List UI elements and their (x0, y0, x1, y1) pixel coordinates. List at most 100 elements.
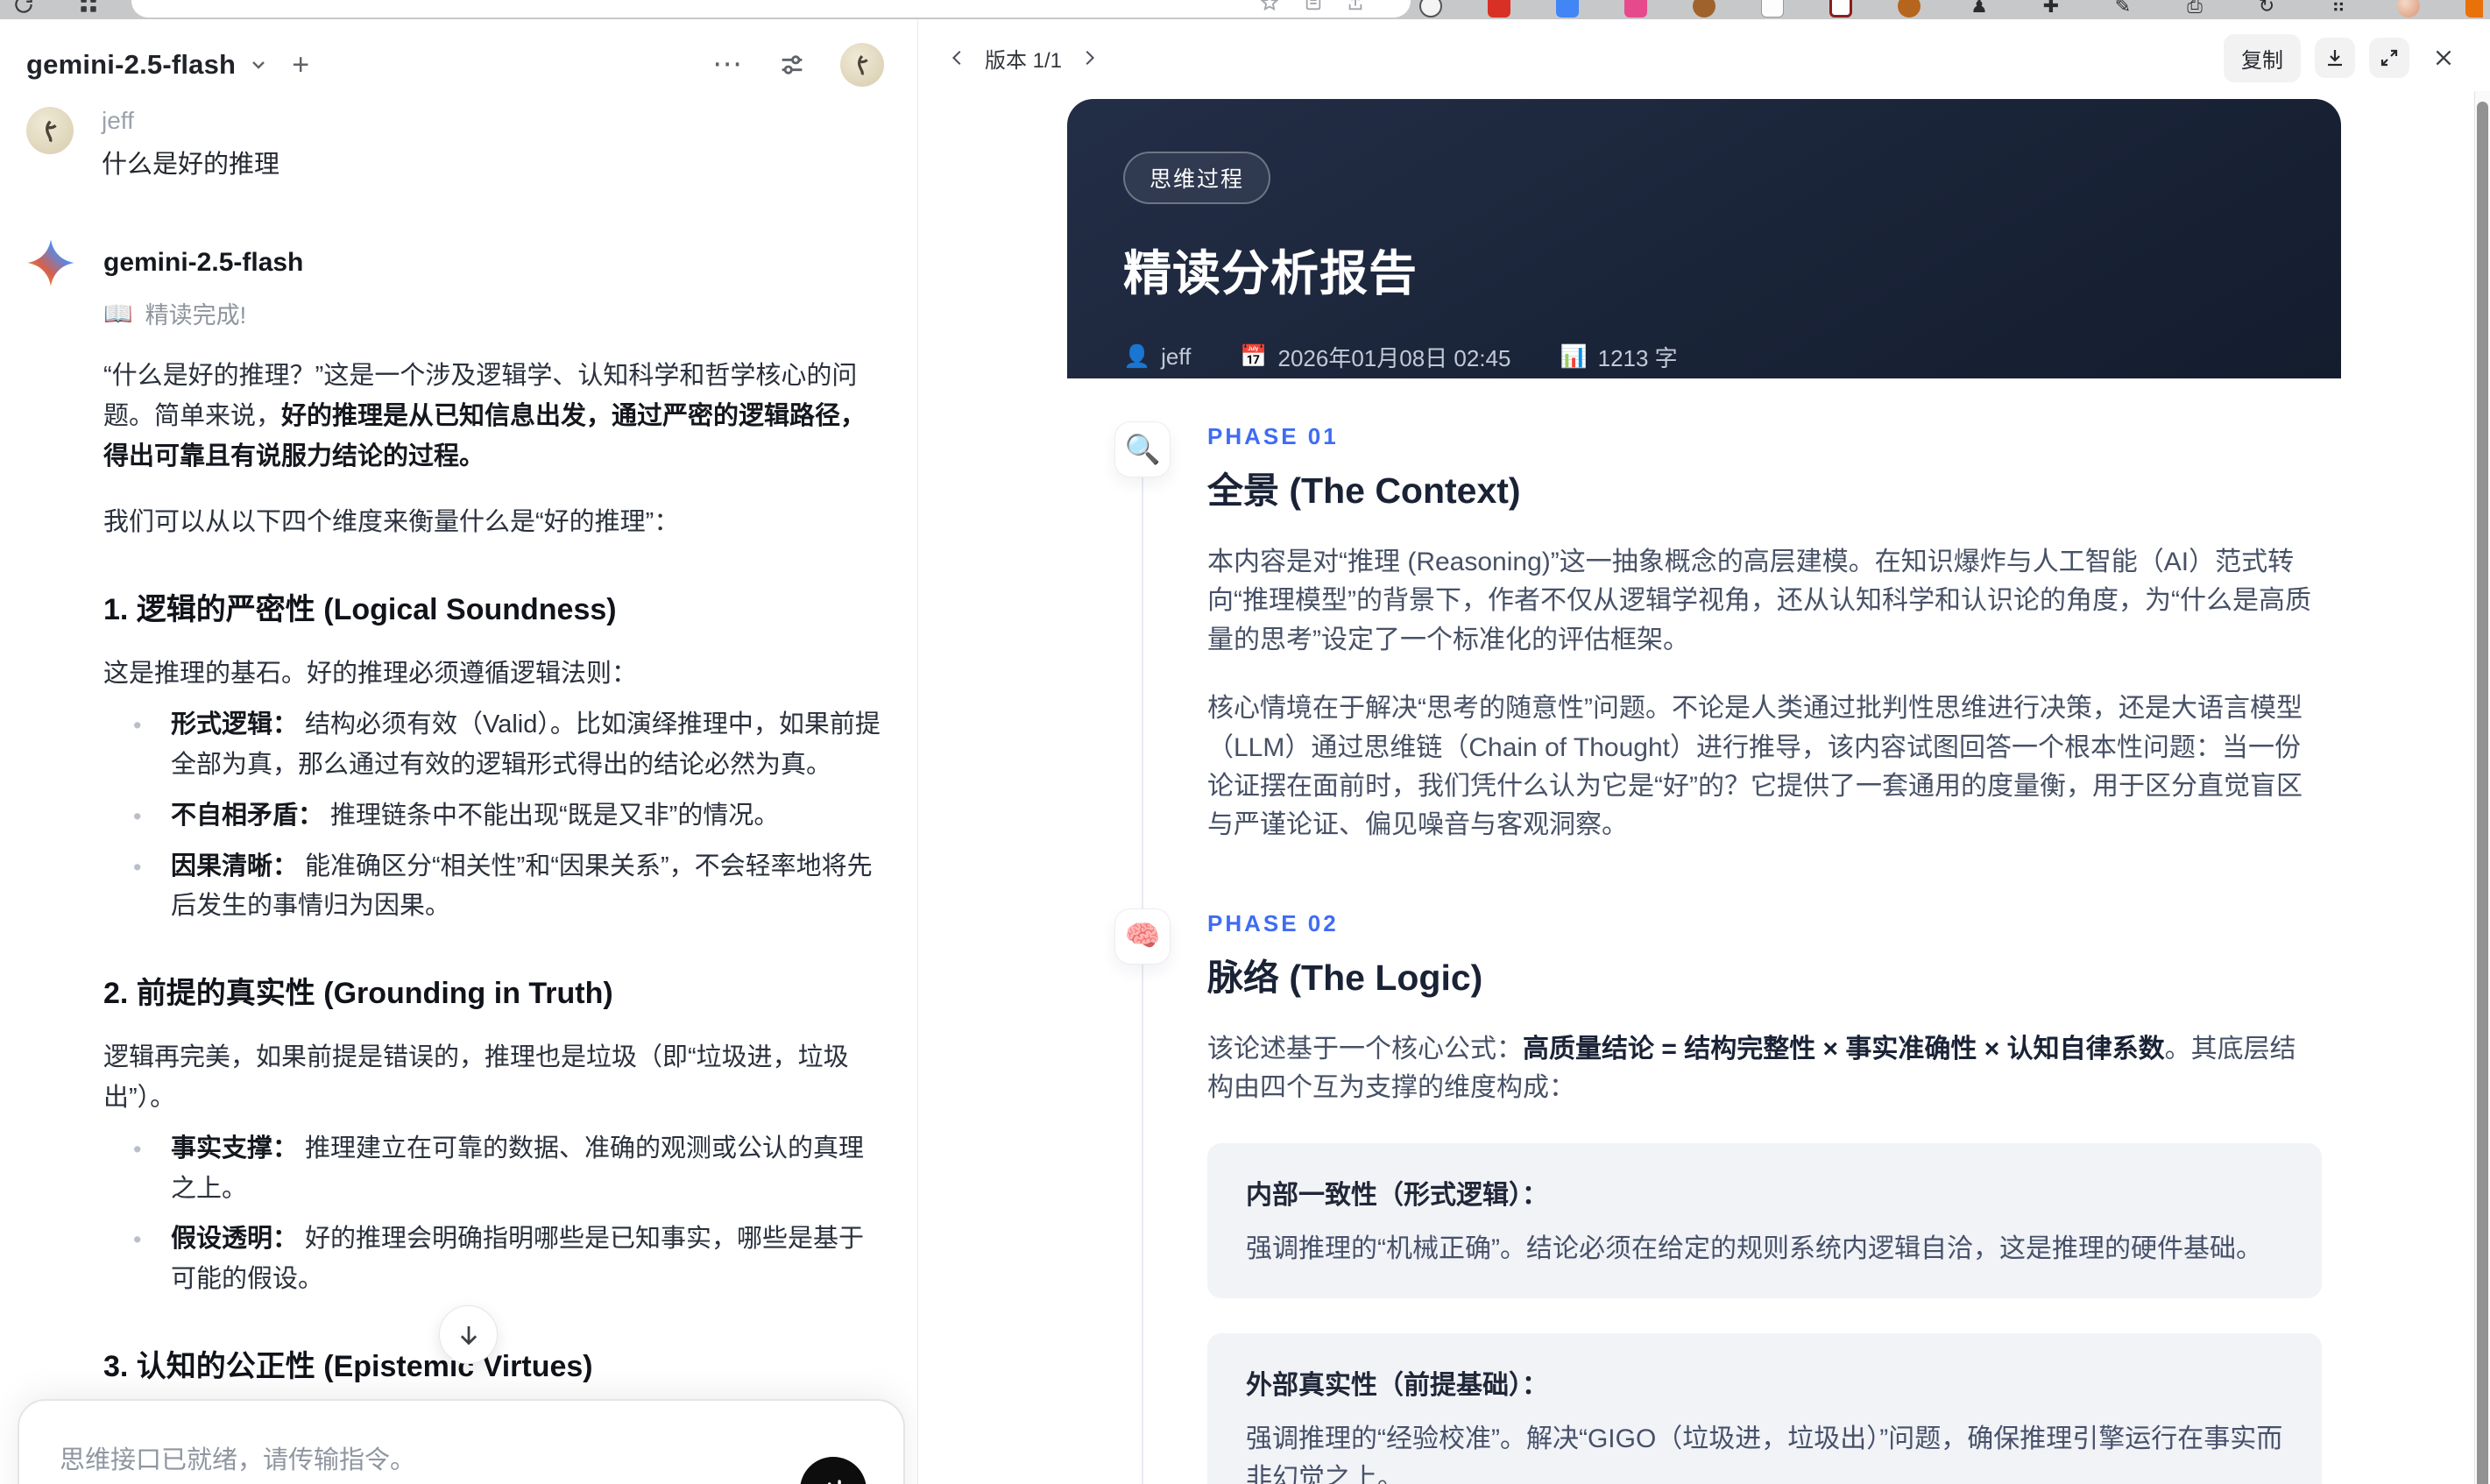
word-count: 1213 字 (1597, 345, 1678, 371)
light-extension-icon[interactable] (1761, 0, 1784, 18)
scroll-to-bottom-button[interactable] (439, 1305, 498, 1364)
avatar-figure-icon (858, 54, 868, 76)
author-icon: 👤 (1123, 344, 1151, 369)
phase-02: 🧠 PHASE 02 脉络 (The Logic) 该论述基于一个核心公式：高质… (1067, 908, 2341, 1484)
orange-corner-icon[interactable] (2465, 0, 2483, 18)
reading-list-icon[interactable] (1304, 0, 1323, 12)
waveform-icon (828, 1480, 841, 1484)
app-window: gemini-2.5-flash + ⋯ jeff 什么是好的推理 gemini… (0, 19, 2490, 1484)
reader-extension-icon[interactable] (1419, 0, 1442, 18)
card-body: 强调推理的“经验校准”。解决“GIGO（垃圾进，垃圾出）”问题，确保推理引擎运行… (1246, 1424, 2283, 1484)
sync-toolbar-icon[interactable]: ↻ (2253, 0, 2280, 18)
author-name: jeff (1161, 343, 1192, 370)
dimension-card-1: 内部一致性（形式逻辑）： 强调推理的“机械正确”。结论必须在给定的规则系统内逻辑… (1207, 1142, 2322, 1298)
list-item: 因果清晰：能准确区分“相关性”和“因果关系”，不会轻率地将先后发生的事情归为因果… (103, 847, 888, 928)
wordcount-icon: 📊 (1560, 344, 1588, 369)
assistant-name: gemini-2.5-flash (103, 248, 304, 277)
list-item: 不自相矛盾：推理链条中不能出现“既是又非”的情况。 (103, 796, 888, 837)
card-body: 强调推理的“机械正确”。结论必须在给定的规则系统内逻辑自洽，这是推理的硬件基础。 (1246, 1233, 2262, 1263)
close-icon (2436, 50, 2451, 66)
chevron-down-icon[interactable] (248, 54, 269, 75)
grid-toolbar-icon[interactable]: ⠿ (2325, 0, 2352, 18)
report-hero-card: 思维过程 精读分析报告 👤 jeff 📅 2026年01月08日 02:45 📊 12… (1067, 99, 2341, 378)
version-label: 版本 1/1 (985, 48, 1063, 73)
formula-paragraph: 该论述基于一个核心公式：高质量结论 = 结构完整性 × 事实准确性 × 认知自律… (1207, 1034, 2296, 1103)
user-name: jeff (102, 107, 134, 134)
brown-extension-icon[interactable] (1693, 0, 1715, 18)
previous-version-button[interactable] (948, 48, 967, 67)
url-bar[interactable] (131, 0, 1411, 18)
intro-paragraph-2: 我们可以从以下四个维度来衡量什么是“好的推理”： (103, 508, 680, 537)
download-icon (2328, 50, 2342, 67)
dimension-card-2: 外部真实性（前提基础）： 强调推理的“经验校准”。解决“GIGO（垃圾进，垃圾出… (1207, 1332, 2322, 1484)
scrollbar-track[interactable] (2474, 91, 2490, 1484)
list-item: 假设透明：好的推理会明确指明哪些是已知事实，哪些是基于可能的假设。 (103, 1219, 888, 1300)
list-item: 形式逻辑：结构必须有效（Valid）。比如演绎推理中，如果前提全部为真，那么通过… (103, 705, 888, 786)
apps-grid-icon[interactable] (77, 0, 100, 16)
report-scroll-area[interactable]: 思维过程 精读分析报告 👤 jeff 📅 2026年01月08日 02:45 📊 12… (918, 91, 2474, 1484)
fullscreen-button[interactable] (2369, 38, 2409, 78)
expand-icon (2380, 49, 2398, 67)
extensions-row: ♟ ✚ ✎ ⎙ ↻ ⠿ (1419, 0, 2483, 18)
bullet-list-2: 事实支撑：推理建立在可靠的数据、准确的观测或公认的真理之上。 假设透明：好的推理… (103, 1129, 888, 1300)
brain-icon: 🧠 (1114, 908, 1171, 965)
screen: ♟ ✚ ✎ ⎙ ↻ ⠿ gemini-2.5-flash + ⋯ jeff 什么… (0, 0, 2490, 1484)
pink-extension-icon[interactable] (1624, 0, 1647, 18)
report-panel: 版本 1/1 复制 思维过程 精读分析报告 👤 jeff 📅 2026年01月0… (918, 19, 2490, 1484)
user-message-text: 什么是好的推理 (102, 151, 280, 179)
phase-label: PHASE 01 (1207, 423, 1339, 449)
pen-toolbar-icon[interactable]: ✎ (2110, 0, 2136, 18)
user-avatar[interactable] (840, 43, 884, 87)
red-shield-extension-icon[interactable] (1488, 0, 1510, 18)
darkred-extension-icon[interactable] (1829, 0, 1852, 18)
message-list: jeff 什么是好的推理 gemini-2.5-flash 📖 精读完成! “什… (0, 88, 917, 1484)
reload-icon[interactable] (12, 0, 35, 16)
bookmark-star-icon[interactable] (1260, 0, 1279, 12)
blue-extension-icon[interactable] (1556, 0, 1579, 18)
browser-topbar: ♟ ✚ ✎ ⎙ ↻ ⠿ (0, 0, 2490, 19)
assistant-status: 📖 精读完成! (103, 296, 884, 330)
orange-extension-icon[interactable] (1898, 0, 1921, 18)
list-item: 事实支撑：推理建立在可靠的数据、准确的观测或公认的真理之上。 (103, 1129, 888, 1210)
avatar-figure-icon (45, 120, 57, 143)
phase-paragraph: 核心情境在于解决“思考的随意性”问题。不论是人类通过批判性思维进行决策，还是大语… (1207, 694, 2303, 840)
book-icon: 📖 (103, 300, 133, 327)
section-heading-1: 1. 逻辑的严密性 (Logical Soundness) (103, 593, 617, 627)
puzzle-toolbar-icon[interactable]: ✚ (2038, 0, 2064, 18)
report-document: 思维过程 精读分析报告 👤 jeff 📅 2026年01月08日 02:45 📊 12… (1067, 99, 2341, 1484)
card-title: 外部真实性（前提基础）： (1246, 1370, 1548, 1400)
report-toolbar: 版本 1/1 复制 (918, 19, 2490, 91)
share-icon[interactable] (1346, 0, 1365, 12)
user-avatar (26, 107, 74, 154)
download-button[interactable] (2315, 38, 2355, 78)
settings-sliders-icon[interactable] (777, 50, 807, 80)
phase-label: PHASE 02 (1207, 909, 1339, 936)
close-panel-button[interactable] (2423, 38, 2464, 78)
composer[interactable]: 思维接口已就绪，请传输指令。 + ❖ (18, 1399, 905, 1484)
new-chat-button[interactable]: + (292, 50, 309, 80)
person-toolbar-icon[interactable]: ♟ (1966, 0, 1992, 18)
chat-header: gemini-2.5-flash + ⋯ (0, 19, 917, 88)
thinking-process-badge: 思维过程 (1123, 152, 1271, 204)
section-lead-2: 逻辑再完美，如果前提是错误的，推理也是垃圾（即“垃圾进，垃圾出”）。 (103, 1043, 849, 1112)
scrollbar-thumb[interactable] (2477, 102, 2488, 1484)
report-title: 精读分析报告 (1123, 246, 1418, 300)
phase-title: 脉络 (The Logic) (1207, 957, 1483, 998)
phase-title: 全景 (The Context) (1207, 470, 1521, 511)
composer-input[interactable]: 思维接口已就绪，请传输指令。 (19, 1401, 903, 1476)
assistant-markdown: “什么是好的推理？”这是一个涉及逻辑学、认知科学和哲学核心的问题。简单来说，好的… (103, 357, 888, 1484)
phase-paragraph: 本内容是对“推理 (Reasoning)”这一抽象概念的高层建模。在知识爆炸与人… (1207, 548, 2311, 654)
chat-panel: gemini-2.5-flash + ⋯ jeff 什么是好的推理 gemini… (0, 19, 918, 1484)
next-version-button[interactable] (1079, 48, 1099, 67)
browser-profile-avatar[interactable] (2397, 0, 2420, 18)
downloads-toolbar-icon[interactable]: ⎙ (2182, 0, 2208, 18)
model-title[interactable]: gemini-2.5-flash (26, 49, 236, 81)
card-title: 内部一致性（形式逻辑）： (1246, 1180, 1548, 1210)
gemini-star-icon (27, 239, 74, 286)
magnifier-icon: 🔍 (1114, 421, 1171, 477)
user-message: jeff 什么是好的推理 (26, 107, 884, 180)
copy-button[interactable]: 复制 (2224, 33, 2301, 82)
assistant-message: gemini-2.5-flash 📖 精读完成! “什么是好的推理？”这是一个涉… (26, 238, 884, 1484)
more-options-button[interactable]: ⋯ (712, 50, 744, 79)
section-heading-3: 3. 认知的公正性 (Epistemic Virtues) (103, 1350, 593, 1383)
